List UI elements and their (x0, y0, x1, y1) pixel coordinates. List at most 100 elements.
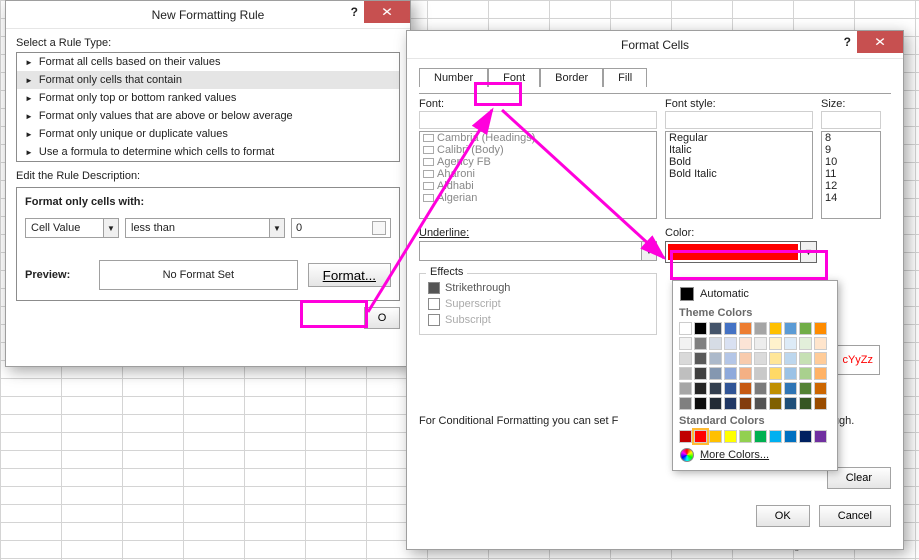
condition-operator-select[interactable]: less than▼ (125, 218, 285, 238)
rule-type-item[interactable]: ►Use a formula to determine which cells … (17, 143, 399, 161)
underline-select[interactable]: ▼ (419, 241, 657, 261)
color-swatch[interactable] (724, 397, 737, 410)
color-swatch[interactable] (754, 367, 767, 380)
color-swatch[interactable] (784, 322, 797, 335)
ok-button[interactable]: OK (756, 505, 810, 527)
tab-number[interactable]: Number (419, 68, 488, 87)
titlebar[interactable]: New Formatting Rule ? ✕ (6, 1, 410, 29)
color-swatch[interactable] (784, 382, 797, 395)
ok-button-clipped[interactable]: O (364, 307, 400, 329)
color-swatch[interactable] (784, 352, 797, 365)
color-swatch[interactable] (694, 337, 707, 350)
color-dropdown-popup[interactable]: Automatic Theme Colors Standard Colors M… (672, 280, 838, 471)
condition-value-input[interactable]: 0 (291, 218, 391, 238)
color-swatch[interactable] (814, 352, 827, 365)
color-swatch[interactable] (679, 397, 692, 410)
color-swatch[interactable] (724, 322, 737, 335)
close-button[interactable]: ✕ (857, 31, 903, 53)
color-swatch[interactable] (799, 322, 812, 335)
color-swatch[interactable] (694, 397, 707, 410)
color-swatch[interactable] (754, 382, 767, 395)
color-swatch[interactable] (799, 430, 812, 443)
color-swatch[interactable] (799, 397, 812, 410)
color-swatch[interactable] (709, 337, 722, 350)
color-swatch[interactable] (754, 322, 767, 335)
tab-fill[interactable]: Fill (603, 68, 647, 87)
color-swatch[interactable] (724, 430, 737, 443)
color-swatch[interactable] (724, 352, 737, 365)
color-swatch[interactable] (694, 322, 707, 335)
color-swatch[interactable] (694, 382, 707, 395)
color-swatch[interactable] (739, 430, 752, 443)
more-colors[interactable]: More Colors... (677, 444, 833, 466)
color-swatch[interactable] (814, 322, 827, 335)
color-swatch[interactable] (739, 352, 752, 365)
color-swatch[interactable] (694, 430, 707, 443)
color-swatch[interactable] (739, 397, 752, 410)
color-swatch[interactable] (709, 397, 722, 410)
color-swatch[interactable] (769, 322, 782, 335)
rule-type-item[interactable]: ►Format all cells based on their values (17, 53, 399, 71)
color-swatch[interactable] (769, 397, 782, 410)
color-swatch[interactable] (799, 337, 812, 350)
titlebar[interactable]: Format Cells ? ✕ (407, 31, 903, 59)
color-swatch[interactable] (709, 382, 722, 395)
font-name-input[interactable] (419, 111, 657, 129)
color-swatch[interactable] (754, 352, 767, 365)
strikethrough-checkbox[interactable]: Strikethrough (428, 280, 648, 296)
color-swatch[interactable] (739, 322, 752, 335)
size-input[interactable] (821, 111, 881, 129)
rule-type-item[interactable]: ►Format only values that are above or be… (17, 107, 399, 125)
automatic-color[interactable]: Automatic (677, 285, 833, 303)
color-swatch[interactable] (679, 322, 692, 335)
rule-type-item[interactable]: ►Format only unique or duplicate values (17, 125, 399, 143)
font-color-select[interactable]: ▼ (665, 241, 817, 263)
tab-border[interactable]: Border (540, 68, 603, 87)
color-swatch[interactable] (739, 382, 752, 395)
color-swatch[interactable] (679, 430, 692, 443)
color-swatch[interactable] (784, 367, 797, 380)
color-swatch[interactable] (754, 337, 767, 350)
rule-type-item[interactable]: ►Format only top or bottom ranked values (17, 89, 399, 107)
color-swatch[interactable] (814, 382, 827, 395)
color-swatch[interactable] (709, 322, 722, 335)
cancel-button[interactable]: Cancel (819, 505, 891, 527)
color-swatch[interactable] (784, 397, 797, 410)
color-swatch[interactable] (679, 337, 692, 350)
font-list[interactable]: Cambria (Headings) Calibri (Body) Agency… (419, 131, 657, 219)
color-swatch[interactable] (784, 337, 797, 350)
color-swatch[interactable] (709, 367, 722, 380)
help-icon[interactable]: ? (844, 35, 851, 49)
color-swatch[interactable] (814, 397, 827, 410)
size-list[interactable]: 8 9 10 11 12 14 (821, 131, 881, 219)
color-swatch[interactable] (709, 430, 722, 443)
color-swatch[interactable] (724, 367, 737, 380)
color-swatch[interactable] (799, 367, 812, 380)
range-picker-icon[interactable] (372, 221, 386, 235)
color-swatch[interactable] (724, 337, 737, 350)
color-swatch[interactable] (754, 397, 767, 410)
color-swatch[interactable] (679, 352, 692, 365)
color-swatch[interactable] (799, 382, 812, 395)
color-swatch[interactable] (769, 337, 782, 350)
font-style-list[interactable]: Regular Italic Bold Bold Italic (665, 131, 813, 219)
tab-font[interactable]: Font (488, 68, 540, 87)
color-swatch[interactable] (679, 382, 692, 395)
rule-type-list[interactable]: ►Format all cells based on their values … (16, 52, 400, 162)
color-swatch[interactable] (769, 382, 782, 395)
color-swatch[interactable] (739, 367, 752, 380)
font-style-input[interactable] (665, 111, 813, 129)
color-swatch[interactable] (784, 430, 797, 443)
color-swatch[interactable] (679, 367, 692, 380)
color-swatch[interactable] (769, 430, 782, 443)
color-swatch[interactable] (694, 367, 707, 380)
color-swatch[interactable] (814, 430, 827, 443)
help-icon[interactable]: ? (351, 5, 358, 19)
color-swatch[interactable] (739, 337, 752, 350)
close-button[interactable]: ✕ (364, 1, 410, 23)
condition-target-select[interactable]: Cell Value▼ (25, 218, 119, 238)
format-button[interactable]: Format... (308, 263, 391, 287)
color-swatch[interactable] (709, 352, 722, 365)
color-swatch[interactable] (724, 382, 737, 395)
color-swatch[interactable] (769, 352, 782, 365)
